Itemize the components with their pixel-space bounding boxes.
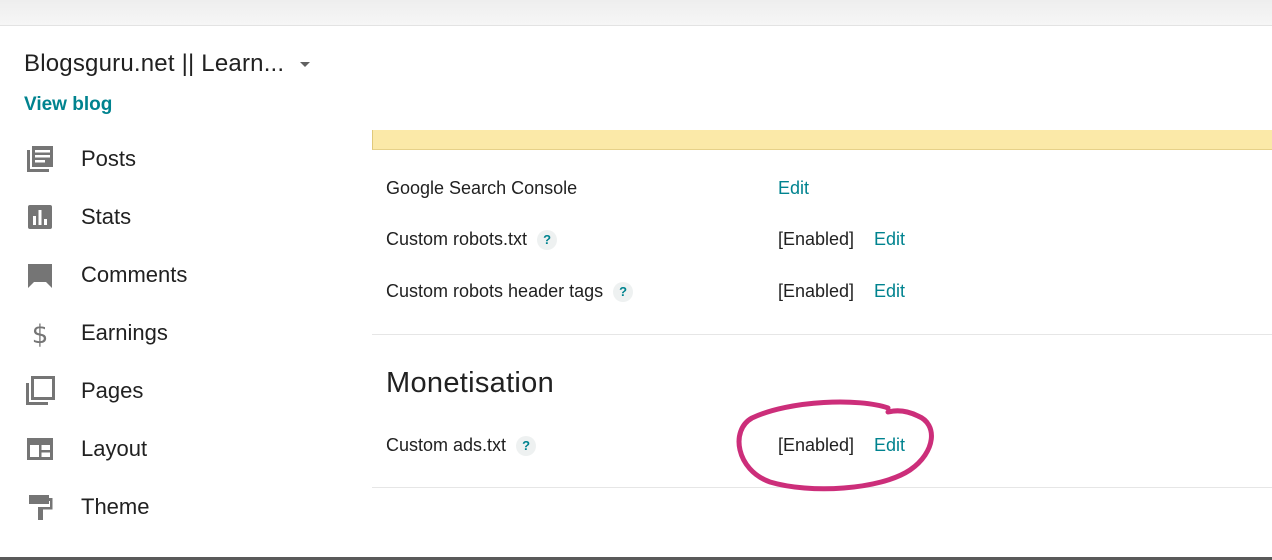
sidebar-item-label: Earnings [81,320,168,345]
blog-title: Blogsguru.net || Learn... [24,50,285,77]
sidebar-item-posts[interactable]: Posts [24,135,354,183]
edit-robots-txt-button[interactable]: Edit [874,229,905,250]
sidebar-item-comments[interactable]: Comments [24,251,354,299]
stats-icon [24,201,56,233]
sidebar-item-stats[interactable]: Stats [24,193,354,241]
sidebar: Posts Stats Comments $ Earnings Pages La… [0,130,370,560]
section-divider [372,487,1272,488]
blog-selector[interactable]: Blogsguru.net || Learn... [24,50,311,78]
theme-icon [24,491,56,523]
layout-icon [24,433,56,465]
help-icon[interactable]: ? [537,229,558,250]
status-ads-txt: [Enabled] [778,435,855,455]
sidebar-item-label: Comments [81,262,188,287]
comments-icon [24,259,56,291]
setting-label: Custom robots.txt [386,229,528,249]
setting-row-label-search-console: Google Search Console [386,178,577,199]
sidebar-item-label: Stats [81,204,132,229]
setting-row-label-ads-txt: Custom ads.txt ? [386,435,537,456]
pages-icon [24,375,56,407]
browser-top-strip [0,0,1272,26]
posts-icon [24,143,56,175]
dollar-icon: $ [24,317,56,349]
notice-banner [372,130,1272,150]
status-robots-txt: [Enabled] [778,229,855,249]
sidebar-item-label: Layout [81,436,148,461]
view-blog-link[interactable]: View blog [24,94,112,116]
setting-row-label-robots-txt: Custom robots.txt ? [386,229,558,250]
help-icon[interactable]: ? [613,281,634,302]
section-title-monetisation: Monetisation [386,367,555,399]
setting-label: Custom robots header tags [386,281,604,301]
edit-robots-header-tags-button[interactable]: Edit [874,281,905,302]
edit-ads-txt-button[interactable]: Edit [874,435,905,456]
settings-content: Google Search Console Edit Custom robots… [372,150,1272,560]
app-header: Blogsguru.net || Learn... View blog [0,26,1272,130]
sidebar-item-label: Pages [81,378,144,403]
sidebar-item-label: Theme [81,494,150,519]
setting-label: Custom ads.txt [386,435,507,455]
sidebar-item-pages[interactable]: Pages [24,367,354,415]
sidebar-item-earnings[interactable]: $ Earnings [24,309,354,357]
status-robots-header-tags: [Enabled] [778,281,855,301]
section-divider [372,334,1272,335]
sidebar-item-theme[interactable]: Theme [24,483,354,531]
setting-label: Google Search Console [386,178,578,198]
sidebar-item-label: Posts [81,146,137,171]
edit-search-console-button[interactable]: Edit [778,178,809,199]
svg-text:$: $ [32,320,49,348]
sidebar-item-layout[interactable]: Layout [24,425,354,473]
dropdown-arrow-icon[interactable] [300,61,311,67]
setting-row-label-robots-header-tags: Custom robots header tags ? [386,281,634,302]
help-icon[interactable]: ? [516,435,537,456]
